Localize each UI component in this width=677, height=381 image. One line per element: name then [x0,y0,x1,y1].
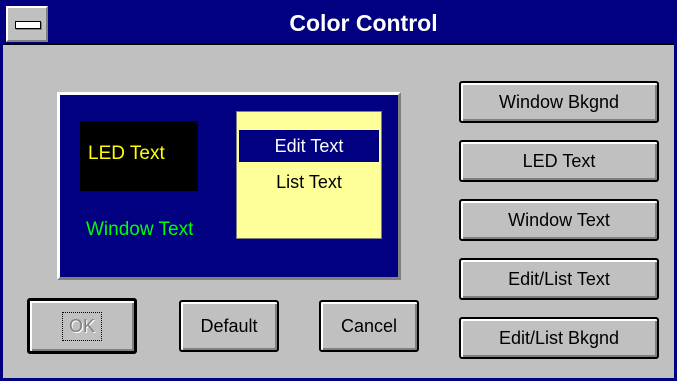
default-button[interactable]: Default [179,300,279,352]
cancel-button-label: Cancel [340,315,398,336]
default-button-label: Default [200,315,258,336]
window-text-sample: Window Text [86,219,194,240]
led-text-button-label: LED Text [522,150,596,171]
window-bkgnd-button[interactable]: Window Bkgnd [459,81,659,123]
edit-list-bkgnd-button[interactable]: Edit/List Bkgnd [459,317,659,359]
led-text-sample: LED Text [88,143,165,164]
window-title: Color Control [289,10,438,36]
system-menu-button[interactable] [6,6,48,42]
ok-button[interactable]: OK [27,298,137,354]
ok-button-label: OK [61,311,102,341]
edit-text-sample: Edit Text [239,130,379,162]
title-bar[interactable]: Color Control [3,3,674,45]
edit-list-preview-box: Edit Text List Text [236,111,382,239]
window-text-button[interactable]: Window Text [459,199,659,241]
edit-list-bkgnd-button-label: Edit/List Bkgnd [498,327,620,348]
system-menu-icon [15,21,41,29]
window-text-button-label: Window Text [508,209,610,230]
edit-list-text-button-label: Edit/List Text [508,268,610,289]
color-control-dialog: Color Control LED Text Window Text Edit … [0,0,677,381]
list-text-sample: List Text [276,172,342,192]
cancel-button[interactable]: Cancel [319,300,419,352]
led-text-button[interactable]: LED Text [459,140,659,182]
led-preview-box: LED Text [80,121,198,191]
color-preview-panel: LED Text Window Text Edit Text List Text [57,92,401,280]
edit-list-text-button[interactable]: Edit/List Text [459,258,659,300]
dialog-client-area: LED Text Window Text Edit Text List Text… [3,45,674,378]
window-bkgnd-label: Window Bkgnd [498,91,620,112]
